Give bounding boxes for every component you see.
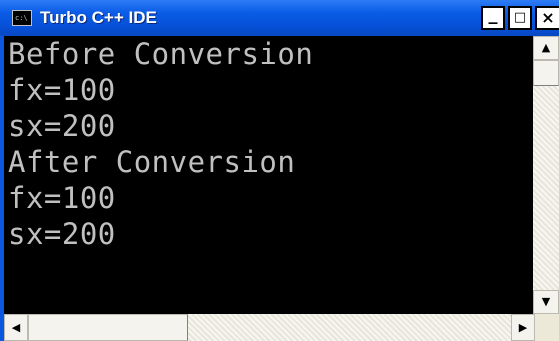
vertical-scroll-track[interactable] [533, 60, 559, 290]
scroll-down-button[interactable]: ▼ [533, 290, 559, 314]
maximize-button[interactable]: □ [508, 6, 532, 30]
scroll-left-button[interactable]: ◀ [4, 314, 28, 341]
horizontal-scroll-thumb[interactable] [28, 314, 188, 341]
close-button[interactable]: × [535, 6, 559, 30]
vertical-scrollbar[interactable]: ▲ ▼ [533, 36, 559, 314]
vertical-scroll-thumb[interactable] [533, 60, 559, 86]
title-bar[interactable]: c:\ Turbo C++ IDE _ □ × [0, 0, 559, 36]
horizontal-scrollbar[interactable]: ◀ ▶ [4, 314, 559, 341]
scroll-right-button[interactable]: ▶ [511, 314, 535, 341]
scroll-up-button[interactable]: ▲ [533, 36, 559, 60]
console-line: Before Conversion [8, 37, 314, 71]
console-line: After Conversion [8, 145, 296, 179]
window-title: Turbo C++ IDE [40, 8, 157, 27]
console-icon[interactable]: c:\ [12, 10, 32, 26]
console-line: fx=100 [8, 181, 116, 215]
console-output[interactable]: Before Conversion fx=100 sx=200 After Co… [4, 36, 533, 314]
console-line: fx=100 [8, 73, 116, 107]
console-window: c:\ Turbo C++ IDE _ □ × Before Conversio… [0, 0, 559, 341]
resize-grip[interactable] [535, 314, 559, 341]
console-line: sx=200 [8, 217, 116, 251]
minimize-button[interactable]: _ [481, 6, 505, 30]
console-line: sx=200 [8, 109, 116, 143]
